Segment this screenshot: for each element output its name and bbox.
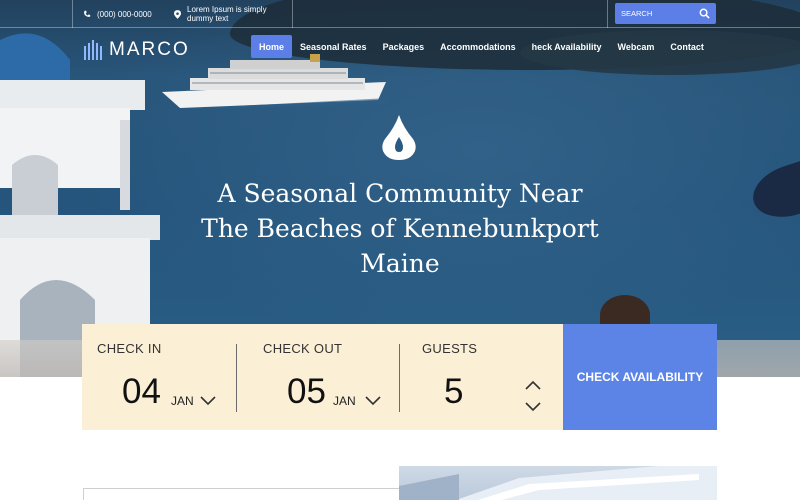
check-availability-button[interactable]: CHECK AVAILABILITY xyxy=(563,324,717,430)
guests-label: GUESTS xyxy=(422,341,478,356)
nav-item-accommodations[interactable]: Accommodations xyxy=(432,35,524,58)
location-pin-icon xyxy=(174,9,181,19)
phone-number: (000) 000-0000 xyxy=(97,9,152,19)
chevron-down-icon[interactable] xyxy=(200,396,216,406)
address-line-2: dummy text xyxy=(187,14,229,23)
chevron-up-icon[interactable] xyxy=(525,380,541,390)
booking-divider xyxy=(236,344,237,412)
top-bar: (000) 000-0000 Lorem Ipsum is simply dum… xyxy=(0,0,800,28)
search-placeholder: SEARCH xyxy=(621,9,653,18)
water-drop-icon xyxy=(382,115,416,160)
content-card xyxy=(83,488,425,500)
nav-item-seasonal-rates[interactable]: Seasonal Rates xyxy=(292,35,375,58)
resort-photo xyxy=(399,466,717,500)
guests-value[interactable]: 5 xyxy=(444,372,463,412)
booking-divider xyxy=(399,344,400,412)
logo-icon xyxy=(84,40,102,60)
chevron-down-icon[interactable] xyxy=(365,396,381,406)
check-in-label: CHECK IN xyxy=(97,341,162,356)
check-in-month[interactable]: JAN xyxy=(171,394,194,408)
nav-item-packages[interactable]: Packages xyxy=(375,35,433,58)
headline-line-3: Maine xyxy=(360,249,440,278)
main-nav: Home Seasonal Rates Packages Accommodati… xyxy=(251,35,712,58)
headline-line-1: A Seasonal Community Near xyxy=(217,179,583,208)
top-divider xyxy=(72,0,73,28)
chevron-down-icon[interactable] xyxy=(525,402,541,412)
top-divider xyxy=(607,0,608,28)
check-in-day[interactable]: 04 xyxy=(122,372,161,412)
booking-form: CHECK IN 04 JAN CHECK OUT 05 JAN GUESTS … xyxy=(82,324,563,430)
resort-photo-graphic xyxy=(399,466,717,500)
cruise-ship-image xyxy=(160,54,390,110)
nav-item-home[interactable]: Home xyxy=(251,35,293,58)
phone-info: (000) 000-0000 xyxy=(83,0,152,28)
nav-item-check-availability[interactable]: heck Availability xyxy=(524,35,610,58)
address-info: Lorem Ipsum is simply dummy text xyxy=(174,0,267,28)
check-out-label: CHECK OUT xyxy=(263,341,343,356)
nav-item-webcam[interactable]: Webcam xyxy=(610,35,663,58)
site-logo[interactable]: MARCO xyxy=(83,37,190,63)
check-out-month[interactable]: JAN xyxy=(333,394,356,408)
address-line-1: Lorem Ipsum is simply xyxy=(187,5,267,14)
phone-icon xyxy=(84,10,91,17)
search-icon[interactable] xyxy=(696,6,712,22)
check-out-day[interactable]: 05 xyxy=(287,372,326,412)
headline-line-2: The Beaches of Kennebunkport xyxy=(201,214,599,243)
nav-item-contact[interactable]: Contact xyxy=(662,35,712,58)
search-input[interactable]: SEARCH xyxy=(615,3,716,24)
hero-headline: A Seasonal Community Near The Beaches of… xyxy=(150,176,650,281)
top-divider xyxy=(292,0,293,28)
logo-text: MARCO xyxy=(109,39,190,60)
